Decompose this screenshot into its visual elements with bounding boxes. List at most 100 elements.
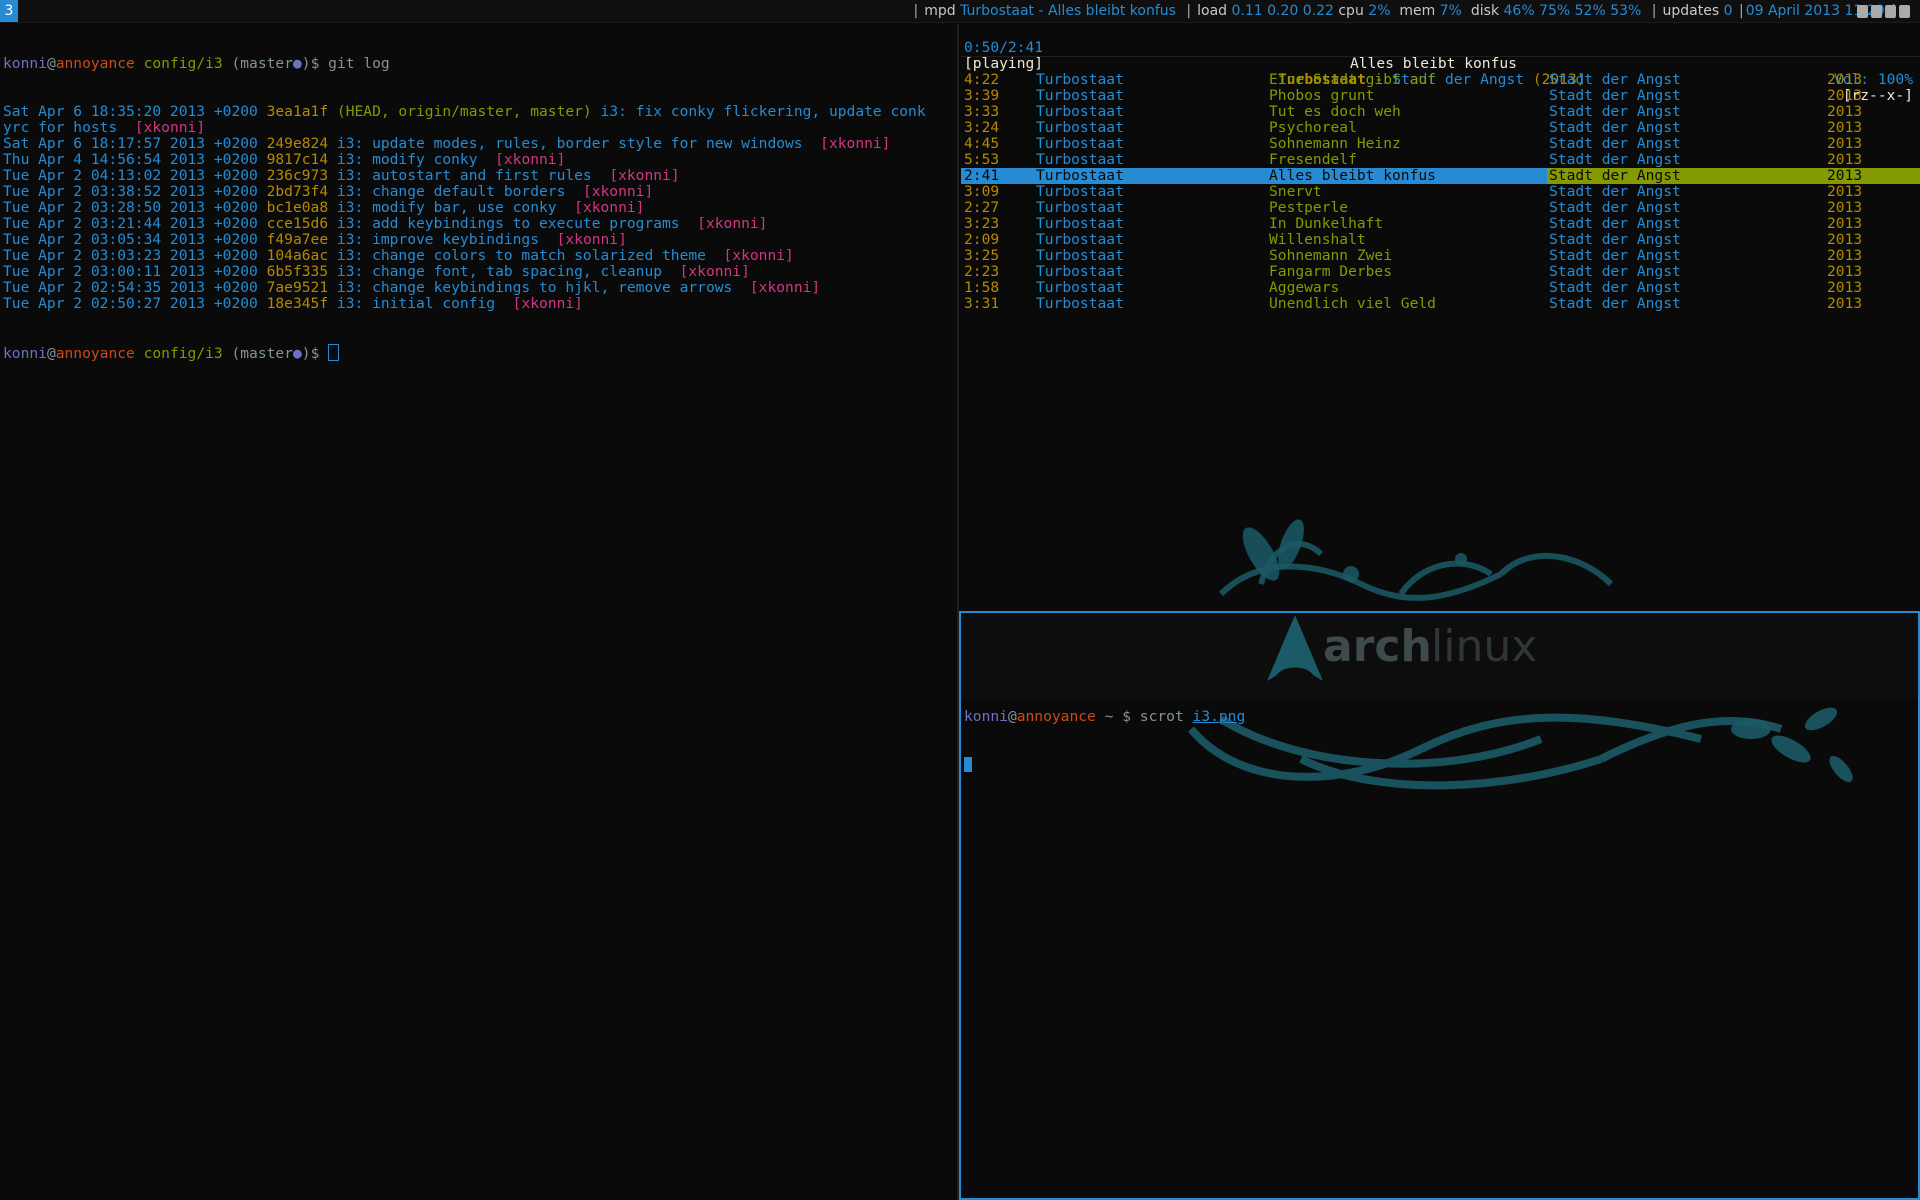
commit-date: Tue Apr 2 03:28:50 2013 +0200: [3, 199, 258, 216]
playlist-row[interactable]: 2:27 Turbostaat Pestperle Stadt der Angst 20…: [961, 200, 1919, 216]
arch-logo: arch linux: [1267, 615, 1537, 681]
playlist-row[interactable]: 4:22 Turbostaat Eine Stadt gibt auf Stadt d…: [961, 72, 1919, 88]
playlist-row[interactable]: 3:09 Turbostaat Snervt Stadt der Angst 2013: [961, 184, 1919, 200]
playlist-row[interactable]: 2:23 Turbostaat Fangarm Derbes Stadt der An…: [961, 264, 1919, 280]
commit-date: Sat Apr 6 18:17:57 2013 +0200: [3, 135, 258, 152]
commit-line: Tue Apr 2 03:00:11 2013 +0200 6b5f335 i3…: [0, 264, 957, 280]
commit-line: Thu Apr 4 14:56:54 2013 +0200 9817c14 i3…: [0, 152, 957, 168]
terminal-git-log[interactable]: konni@annoyance config/i3 (master●)$ git…: [0, 24, 959, 1200]
track-artist: Turbostaat: [1036, 71, 1124, 88]
track-artist: Turbostaat: [1036, 231, 1124, 248]
track-album: Stadt der Angst: [1549, 119, 1681, 136]
track-year: 2013: [1827, 119, 1863, 136]
playlist-row[interactable]: 5:53 Turbostaat Fresendelf Stadt der Angst 2…: [961, 152, 1919, 168]
playlist-row[interactable]: 1:58 Turbostaat Aggewars Stadt der Angst 201…: [961, 280, 1919, 296]
network-icon[interactable]: [1899, 5, 1910, 18]
mpd-header-row2: [playing] Turbostaat - Stadt der Angst (…: [964, 55, 1913, 104]
track-album: Stadt der Angst: [1549, 247, 1681, 264]
commit-message: i3: autostart and first rules: [336, 167, 592, 184]
commit-line: Tue Apr 2 03:38:52 2013 +0200 2bd73f4 i3…: [0, 184, 957, 200]
commit-hash: 18e345f: [266, 295, 329, 312]
track-title: Sohnemann Zwei: [1269, 247, 1393, 264]
track-album: Stadt der Angst: [1549, 263, 1681, 280]
load-label: load: [1197, 3, 1228, 19]
status-bar-info: | mpd Turbostaat - Alles bleibt konfus | l…: [913, 3, 1896, 19]
commit-hash: 6b5f335: [266, 263, 329, 280]
track-year: 2013: [1827, 199, 1863, 216]
track-album: Stadt der Angst: [1549, 151, 1681, 168]
mpd-client[interactable]: 0:50/2:41 Alles bleibt konfus Vol: 100% …: [961, 24, 1920, 610]
track-year: 2013: [1827, 295, 1863, 312]
track-album: Stadt der Angst: [1549, 231, 1681, 248]
updates-value: 0: [1723, 3, 1733, 19]
playlist-row[interactable]: 3:31 Turbostaat Unendlich viel Geld Stadt d…: [961, 296, 1919, 312]
commit-message: i3: modify conky: [336, 151, 478, 168]
playlist-row[interactable]: 3:24 Turbostaat Psychoreal Stadt der Angst 2…: [961, 120, 1919, 136]
commit-message: i3: change font, tab spacing, cleanup: [336, 263, 663, 280]
track-title: Phobos grunt: [1269, 87, 1375, 104]
track-artist: Turbostaat: [1036, 263, 1124, 280]
playlist-row[interactable]: 3:23 Turbostaat In Dunkelhaft Stadt der Ang…: [961, 216, 1919, 232]
terminal-scrot[interactable]: arch linux konni@annoyance ~ $ scrot i3.…: [959, 611, 1920, 1200]
mpd-state: [playing]: [964, 55, 1044, 72]
track-album: Stadt der Angst: [1549, 135, 1681, 152]
commit-date: Tue Apr 2 04:13:02 2013 +0200: [3, 167, 258, 184]
track-artist: Turbostaat: [1036, 167, 1124, 184]
commit-date: Tue Apr 2 02:50:27 2013 +0200: [3, 295, 258, 312]
track-artist: Turbostaat: [1036, 295, 1124, 312]
track-artist: Turbostaat: [1036, 215, 1124, 232]
playlist-row[interactable]: 2:09 Turbostaat Willenshalt Stadt der Angst…: [961, 232, 1919, 248]
headphones-icon[interactable]: [1871, 5, 1882, 18]
track-title: Sohnemann Heinz: [1269, 135, 1401, 152]
prompt-line: konni@annoyance ~ $ scrot i3.png: [964, 708, 1246, 725]
commit-date: Thu Apr 4 14:56:54 2013 +0200: [3, 151, 258, 168]
commit-message: i3: add keybindings to execute programs: [336, 215, 680, 232]
commit-list: Sat Apr 6 18:35:20 2013 +0200 3ea1a1f (H…: [0, 104, 957, 312]
playlist-row[interactable]: 4:45 Turbostaat Sohnemann Heinz Stadt der A…: [961, 136, 1919, 152]
playlist-row[interactable]: 3:33 Turbostaat Tut es doch weh Stadt der A…: [961, 104, 1919, 120]
updates-label: updates: [1662, 3, 1720, 19]
commit-line: Tue Apr 2 02:54:35 2013 +0200 7ae9521 i3…: [0, 280, 957, 296]
commit-line: Tue Apr 2 03:21:44 2013 +0200 cce15d6 i3…: [0, 216, 957, 232]
mpd-label: mpd: [924, 3, 956, 19]
commit-author: [xkonni]: [495, 151, 566, 168]
system-tray: [1854, 3, 1920, 19]
text-cursor: [964, 757, 972, 772]
track-year: 2013: [1827, 247, 1863, 264]
commit-date: Tue Apr 2 03:03:23 2013 +0200: [3, 247, 258, 264]
track-year: 2013: [1827, 263, 1863, 280]
playlist-row-current[interactable]: 2:41 Turbostaat Alles bleibt konfus Stadt d…: [961, 167, 1920, 184]
commit-refs: (HEAD, origin/master, master): [336, 103, 592, 120]
track-album: Stadt der Angst: [1549, 199, 1681, 216]
track-title: Psychoreal: [1269, 119, 1357, 136]
playlist-row[interactable]: 3:25 Turbostaat Sohnemann Zwei Stadt der An…: [961, 248, 1919, 264]
track-time: 3:33: [964, 103, 1000, 120]
mem-label: mem: [1399, 3, 1436, 19]
playlist-row[interactable]: 3:39 Turbostaat Phobos grunt Stadt der Angs…: [961, 88, 1919, 104]
track-title: In Dunkelhaft: [1269, 215, 1384, 232]
window-icon[interactable]: [1885, 5, 1896, 18]
status-bar: 3 | mpd Turbostaat - Alles bleibt konfus …: [0, 0, 1920, 23]
track-time: 1:58: [964, 279, 1000, 296]
commit-date: Tue Apr 2 02:54:35 2013 +0200: [3, 279, 258, 296]
commit-date: Tue Apr 2 03:21:44 2013 +0200: [3, 215, 258, 232]
commit-author: [xkonni]: [697, 215, 768, 232]
commit-hash: f49a7ee: [266, 231, 329, 248]
track-album: Stadt der Angst: [1547, 168, 1827, 184]
track-time: 2:09: [964, 231, 1000, 248]
commit-hash: 9817c14: [266, 151, 329, 168]
track-artist: Turbostaat: [1036, 119, 1124, 136]
track-time: 4:45: [964, 135, 1000, 152]
track-time: 3:23: [964, 215, 1000, 232]
cpu-value: 2%: [1368, 3, 1391, 19]
prompt-line: konni@annoyance config/i3 (master●)$ git…: [3, 55, 390, 72]
track-year: 2013: [1827, 215, 1863, 232]
track-year: 2013: [1827, 151, 1863, 168]
commit-message: i3: change keybindings to hjkl, remove a…: [336, 279, 733, 296]
commit-hash: 3ea1a1f: [266, 103, 329, 120]
commit-author: [xkonni]: [512, 295, 583, 312]
clipboard-icon[interactable]: [1857, 5, 1868, 18]
commit-hash: 2bd73f4: [266, 183, 329, 200]
workspace-button[interactable]: 3: [0, 0, 18, 22]
wallpaper-band: [961, 613, 1918, 699]
